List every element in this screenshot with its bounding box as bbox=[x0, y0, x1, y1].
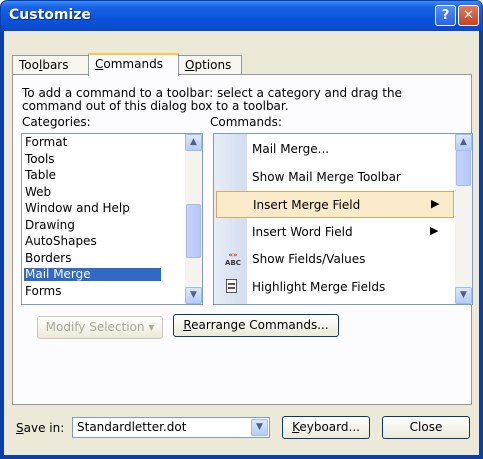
category-item[interactable]: AutoShapes bbox=[24, 235, 161, 248]
scroll-thumb[interactable] bbox=[456, 150, 471, 186]
category-item[interactable]: Forms bbox=[24, 284, 161, 298]
save-in-label: Save in: bbox=[16, 421, 65, 435]
command-item[interactable]: Insert Merge Field ▶ bbox=[216, 191, 454, 219]
category-item[interactable]: Drawing bbox=[24, 218, 161, 232]
customize-window: Customize ? ✕ Toolbars Commands Options … bbox=[0, 0, 483, 459]
instructions-line-1: To add a command to a toolbar: select a … bbox=[22, 86, 402, 100]
chevron-down-icon[interactable]: ▼ bbox=[251, 419, 268, 436]
tab-toolbars-label: Toolbars bbox=[19, 58, 69, 72]
command-item[interactable]: Show Mail Merge Toolbar bbox=[216, 164, 454, 191]
rearrange-commands-button[interactable]: Rearrange Commands... bbox=[173, 314, 339, 337]
command-item[interactable]: Mail Merge... bbox=[216, 136, 454, 163]
instructions-line-2: command out of this dialog box to a tool… bbox=[22, 99, 289, 113]
highlight-fields-icon bbox=[226, 279, 237, 293]
command-item[interactable]: «» ABC Show Fields/Values bbox=[216, 246, 454, 273]
category-item[interactable]: Mail Merge bbox=[24, 268, 161, 281]
tab-options-label: Options bbox=[185, 58, 232, 72]
category-item[interactable]: Format bbox=[24, 136, 161, 149]
scroll-up-icon[interactable]: ▲ bbox=[455, 134, 472, 151]
commands-label: Commands: bbox=[210, 115, 282, 129]
scroll-thumb[interactable] bbox=[186, 204, 201, 258]
command-item[interactable]: Insert Word Field ▶ bbox=[216, 219, 454, 246]
help-button[interactable]: ? bbox=[435, 5, 456, 26]
window-title: Customize bbox=[9, 7, 91, 23]
title-bar[interactable]: Customize ? ✕ bbox=[1, 1, 482, 31]
keyboard-button[interactable]: Keyboard... bbox=[282, 416, 370, 439]
tab-toolbars[interactable]: Toolbars bbox=[12, 55, 89, 74]
command-label: Mail Merge... bbox=[252, 142, 330, 156]
category-item[interactable]: Tools bbox=[24, 152, 161, 166]
scroll-up-icon[interactable]: ▲ bbox=[185, 134, 202, 151]
save-in-combo[interactable]: Standardletter.dot ▼ bbox=[72, 417, 270, 438]
dialog-client: Toolbars Commands Options To add a comma… bbox=[4, 31, 479, 455]
command-label: Show Mail Merge Toolbar bbox=[252, 169, 401, 184]
submenu-arrow-icon: ▶ bbox=[431, 197, 440, 211]
category-item[interactable]: Web bbox=[24, 185, 161, 199]
categories-listbox[interactable]: ▲ ▼ Format Tools Table Web Window and Help Dr… bbox=[21, 133, 203, 305]
modify-selection-button[interactable]: Modify Selection ▾ bbox=[37, 316, 163, 339]
command-item[interactable]: Highlight Merge Fields bbox=[216, 274, 454, 301]
command-label: Insert Word Field bbox=[252, 224, 353, 239]
category-item[interactable]: Table bbox=[24, 169, 161, 182]
command-label: Highlight Merge Fields bbox=[252, 280, 386, 294]
command-label: Insert Merge Field bbox=[253, 198, 361, 213]
categories-label: Categories: bbox=[22, 115, 91, 129]
command-label: Show Fields/Values bbox=[252, 252, 366, 267]
close-button[interactable]: Close bbox=[382, 416, 470, 439]
scroll-down-icon[interactable]: ▼ bbox=[455, 287, 472, 304]
commands-scrollbar[interactable]: ▲ ▼ bbox=[455, 134, 472, 304]
submenu-arrow-icon: ▶ bbox=[430, 223, 439, 237]
tab-commands[interactable]: Commands bbox=[88, 53, 179, 76]
commands-listbox[interactable]: ▲ ▼ Mail Merge... Show Mail Merge Toolbar… bbox=[213, 133, 473, 305]
keyboard-label: Keyboard... bbox=[292, 420, 360, 434]
tab-options[interactable]: Options bbox=[178, 55, 242, 74]
categories-scrollbar[interactable]: ▲ ▼ bbox=[185, 134, 202, 304]
close-window-button[interactable]: ✕ bbox=[458, 5, 479, 26]
commands-panel: To add a command to a toolbar: select a … bbox=[12, 74, 473, 405]
scroll-down-icon[interactable]: ▼ bbox=[185, 287, 202, 304]
rearrange-commands-label: Rearrange Commands... bbox=[183, 318, 329, 332]
category-item[interactable]: Window and Help bbox=[24, 202, 161, 215]
category-item[interactable]: Borders bbox=[24, 251, 161, 265]
save-in-value: Standardletter.dot bbox=[77, 420, 187, 434]
field-codes-icon: «» ABC bbox=[225, 251, 241, 268]
tab-commands-label: Commands bbox=[95, 57, 163, 71]
